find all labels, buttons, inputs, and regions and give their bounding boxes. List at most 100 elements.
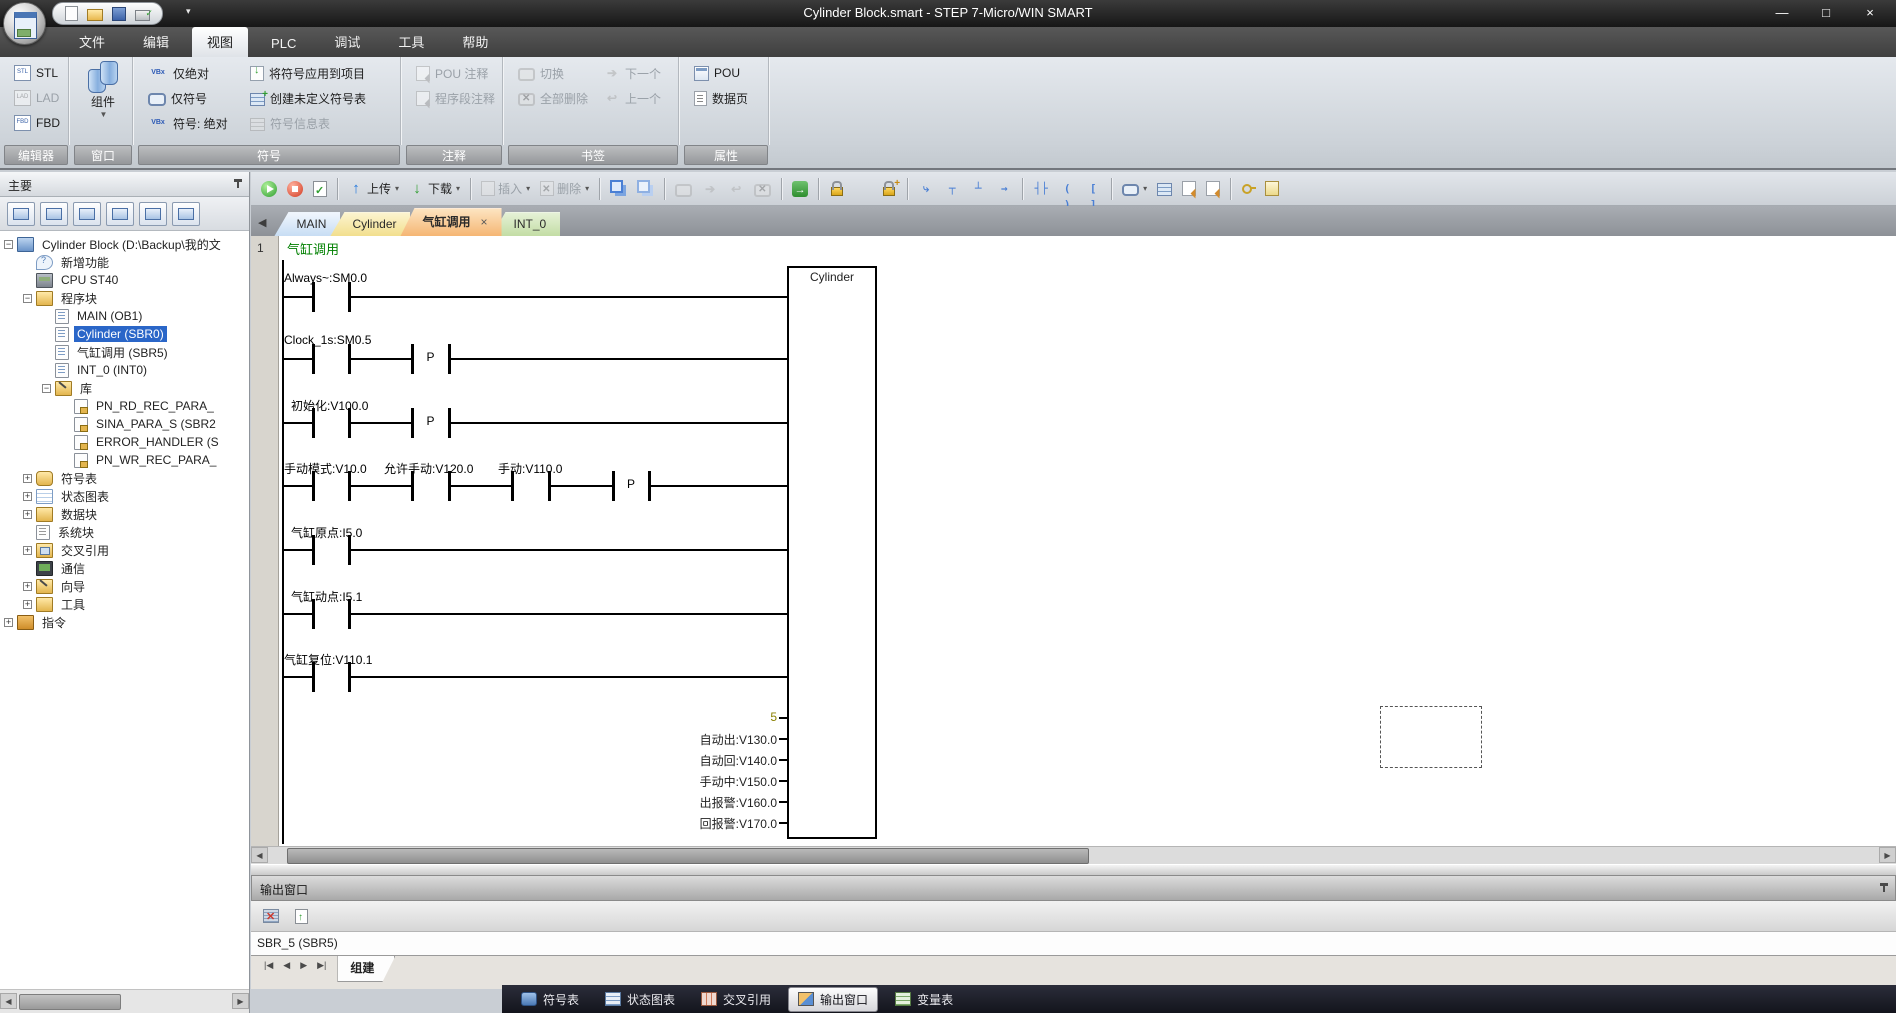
editor-hscrollbar[interactable]: ◀ ▶: [251, 846, 1896, 864]
toolbar-line-right-button[interactable]: →: [992, 175, 1016, 203]
menu-PLC[interactable]: PLC: [256, 31, 311, 57]
expand-icon[interactable]: +: [4, 618, 13, 627]
toolbar-upload-button[interactable]: ↑上传▾: [344, 175, 403, 203]
scrollbar-thumb[interactable]: [19, 994, 121, 1010]
toolbar-goto-button[interactable]: [788, 175, 812, 203]
output-nav-3-button[interactable]: ▶|: [312, 956, 331, 975]
app-menu-button[interactable]: [3, 2, 46, 45]
toolbar-lock-button[interactable]: [825, 175, 849, 203]
statusbar-输出窗口[interactable]: 输出窗口: [788, 987, 878, 1012]
toolbar-tile-windows-button[interactable]: [633, 175, 658, 203]
statusbar-符号表[interactable]: 符号表: [512, 988, 588, 1011]
statusbar-状态图表[interactable]: 状态图表: [596, 988, 684, 1011]
ribbon-button-组件[interactable]: 组件▼: [76, 61, 130, 119]
expand-icon[interactable]: +: [23, 582, 32, 591]
tab-气缸调用[interactable]: 气缸调用×: [400, 208, 501, 236]
ribbon-button-将符号应用到项目[interactable]: 将符号应用到项目: [246, 62, 370, 84]
tree-item-数据块[interactable]: +数据块: [0, 505, 249, 523]
menu-文件[interactable]: 文件: [64, 27, 120, 57]
scroll-left-icon[interactable]: ◀: [0, 993, 17, 1009]
ribbon-button-数据页[interactable]: 数据页: [690, 87, 752, 109]
toolbar-branch-up-button[interactable]: ┴: [966, 175, 990, 203]
nav-symbol-tool-button[interactable]: [7, 202, 35, 226]
toolbar-password-button[interactable]: [1237, 175, 1259, 203]
export-output-button[interactable]: [291, 902, 312, 930]
tree-item-状态图表[interactable]: +状态图表: [0, 487, 249, 505]
menu-编辑[interactable]: 编辑: [128, 27, 184, 57]
menu-工具[interactable]: 工具: [383, 27, 439, 57]
output-splitter[interactable]: [251, 864, 1896, 875]
menu-帮助[interactable]: 帮助: [447, 27, 503, 57]
tree-item-库[interactable]: −库: [0, 379, 249, 397]
tree-item-ERROR_HANDLER (S[interactable]: ERROR_HANDLER (S: [0, 433, 249, 451]
tree-item-INT_0 (INT0)[interactable]: INT_0 (INT0): [0, 361, 249, 379]
close-button[interactable]: ×: [1848, 0, 1892, 27]
output-nav-1-button[interactable]: ◀: [278, 956, 295, 975]
menu-视图[interactable]: 视图: [192, 27, 248, 57]
toolbar-cascade-windows-button[interactable]: [606, 175, 631, 203]
tree-item-MAIN (OB1)[interactable]: MAIN (OB1): [0, 307, 249, 325]
minimize-button[interactable]: —: [1760, 0, 1804, 27]
tree-item-Cylinder Block (D:\Backup\我的文[interactable]: −Cylinder Block (D:\Backup\我的文: [0, 235, 249, 253]
pin-icon[interactable]: [237, 179, 239, 188]
tree-item-通信[interactable]: 通信: [0, 559, 249, 577]
scroll-right-icon[interactable]: ▶: [232, 993, 249, 1009]
toolbar-download-button[interactable]: ↓下载▾: [405, 175, 464, 203]
pin-icon[interactable]: [1883, 883, 1885, 892]
output-nav-2-button[interactable]: ▶: [295, 956, 312, 975]
toolbar-stop-button[interactable]: [283, 175, 307, 203]
tree-item-SINA_PARA_S (SBR2[interactable]: SINA_PARA_S (SBR2: [0, 415, 249, 433]
ladder-editor[interactable]: 1 气缸调用Always~:SM0.0ENPClock_1s:SM0.5一秒~P…: [251, 236, 1896, 846]
output-tab-组建[interactable]: 组建: [337, 956, 395, 982]
ribbon-button-仅符号[interactable]: 仅符号: [144, 87, 232, 109]
nav-chart-tool-button[interactable]: [40, 202, 68, 226]
tab-MAIN[interactable]: MAIN: [274, 212, 340, 236]
collapse-icon[interactable]: −: [42, 384, 51, 393]
ribbon-button-POU[interactable]: POU: [690, 62, 752, 84]
ribbon-button-仅绝对[interactable]: VBx仅绝对: [144, 62, 232, 84]
tree-item-符号表[interactable]: +符号表: [0, 469, 249, 487]
toolbar-properties-button[interactable]: [1261, 175, 1283, 203]
ribbon-button-创建未定义符号表[interactable]: 创建未定义符号表: [246, 87, 370, 109]
menu-调试[interactable]: 调试: [319, 27, 375, 57]
tree-item-程序块[interactable]: −程序块: [0, 289, 249, 307]
collapse-icon[interactable]: −: [23, 294, 32, 303]
tree-item-指令[interactable]: +指令: [0, 613, 249, 631]
tree-item-气缸调用 (SBR5)[interactable]: 气缸调用 (SBR5): [0, 343, 249, 361]
expand-icon[interactable]: +: [23, 510, 32, 519]
tab-INT_0[interactable]: INT_0: [492, 212, 561, 236]
output-nav-0-button[interactable]: |◀: [259, 956, 278, 975]
toolbar-insert-contact-button[interactable]: ┤├: [1029, 175, 1053, 203]
tab-Cylinder[interactable]: Cylinder: [330, 212, 410, 236]
statusbar-交叉引用[interactable]: 交叉引用: [692, 988, 780, 1011]
tree-item-向导[interactable]: +向导: [0, 577, 249, 595]
toolbar-compile-button[interactable]: [309, 175, 331, 203]
tree-item-交叉引用[interactable]: +交叉引用: [0, 541, 249, 559]
ribbon-button-FBD[interactable]: FBDFBD: [10, 112, 64, 134]
nav-list-tool-button[interactable]: [139, 202, 167, 226]
nav-block-tool-button[interactable]: [73, 202, 101, 226]
scroll-left-icon[interactable]: ◀: [251, 847, 268, 863]
tree-item-新增功能[interactable]: 新增功能: [0, 253, 249, 271]
tree-item-CPU ST40[interactable]: CPU ST40: [0, 271, 249, 289]
tree-item-Cylinder (SBR0)[interactable]: Cylinder (SBR0): [0, 325, 249, 343]
toolbar-lock-add-button[interactable]: [877, 175, 901, 203]
tree-item-PN_RD_REC_PARA_[interactable]: PN_RD_REC_PARA_: [0, 397, 249, 415]
sidebar-hscrollbar[interactable]: ◀ ▶: [0, 989, 249, 1013]
maximize-button[interactable]: □: [1804, 0, 1848, 27]
toolbar-insert-coil-button[interactable]: ( ): [1055, 175, 1079, 203]
tab-scroll-left-icon[interactable]: ◀: [258, 216, 266, 229]
scroll-right-icon[interactable]: ▶: [1879, 847, 1896, 863]
statusbar-变量表[interactable]: 变量表: [886, 988, 962, 1011]
tree-item-工具[interactable]: +工具: [0, 595, 249, 613]
toolbar-unlock-button[interactable]: [851, 175, 875, 203]
expand-icon[interactable]: +: [23, 492, 32, 501]
toolbar-branch-down-button[interactable]: ⤷: [914, 175, 938, 203]
function-block[interactable]: [787, 266, 877, 839]
toolbar-address-table-button[interactable]: [1153, 175, 1176, 203]
expand-icon[interactable]: +: [23, 546, 32, 555]
toolbar-branch-merge-button[interactable]: ┬: [940, 175, 964, 203]
toolbar-run-button[interactable]: [257, 175, 281, 203]
expand-icon[interactable]: +: [23, 474, 32, 483]
toolbar-network-comment-toggle-button[interactable]: [1202, 175, 1224, 203]
